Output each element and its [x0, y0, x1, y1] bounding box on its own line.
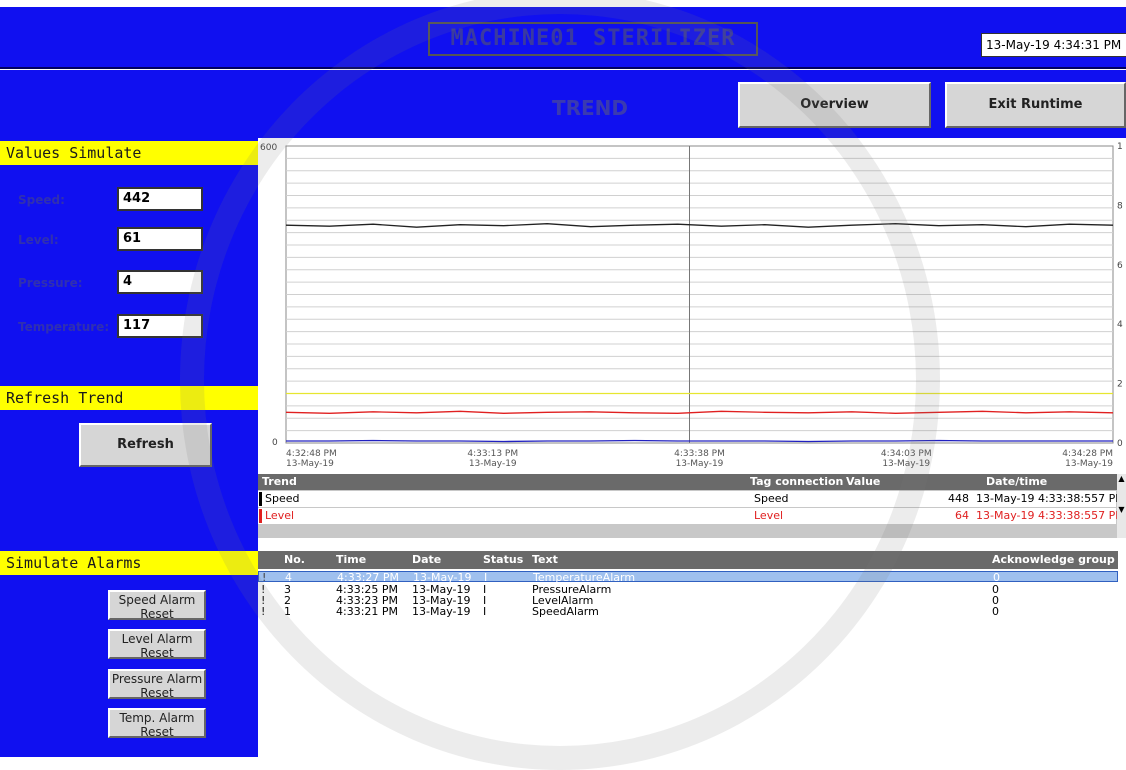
y-tick-label-bottom: 0 [272, 438, 278, 448]
trend-color-marker [259, 492, 262, 506]
alarm-flag: ! [262, 571, 267, 584]
alarm-text: SpeedAlarm [532, 605, 599, 618]
trend-row-name: Level [265, 509, 295, 522]
x-tick-date: 13-May-19 [286, 459, 334, 469]
right-tick-label: 6 [1117, 261, 1123, 271]
trend-row-tag: Speed [754, 492, 789, 505]
x-tick-date: 13-May-19 [676, 459, 724, 469]
speed-label: Speed: [18, 193, 65, 207]
pressure-input[interactable]: 4 [117, 270, 203, 294]
pressure-alarm-reset-line2: Reset [140, 686, 174, 700]
speed-alarm-reset-button[interactable]: Speed Alarm Reset [108, 590, 206, 621]
overview-button[interactable]: Overview [738, 82, 931, 128]
temp-alarm-reset-line1: Temp. Alarm [119, 711, 195, 725]
datetime-display: 13-May-19 4:34:31 PM [981, 33, 1126, 57]
alarm-time: 4:33:27 PM [337, 571, 400, 584]
trend-row-level[interactable]: Level Level 64 13-May-19 4:33:38:557 PM [258, 508, 1125, 524]
level-alarm-reset-button[interactable]: Level Alarm Reset [108, 629, 206, 660]
temperature-input[interactable]: 117 [117, 314, 203, 338]
temp-alarm-reset-line2: Reset [140, 725, 174, 739]
alarm-text: TemperatureAlarm [533, 571, 636, 584]
trend-table: Trend Tag connection Value Date/time Spe… [258, 474, 1126, 538]
speed-input[interactable]: 442 [117, 187, 203, 211]
x-tick-time: 4:32:48 PM [286, 449, 337, 459]
alarm-time: 4:33:21 PM [336, 605, 399, 618]
level-input[interactable]: 61 [117, 227, 203, 251]
values-simulate-header: Values Simulate [0, 141, 258, 165]
speed-alarm-reset-line2: Reset [140, 607, 174, 621]
x-tick-date: 13-May-19 [882, 459, 930, 469]
x-tick-time: 4:34:03 PM [881, 449, 932, 459]
trend-row-tag: Level [754, 509, 784, 522]
alarm-ack: 0 [992, 605, 999, 618]
alarm-table-header: No. Time Date Status Text Acknowledge gr… [258, 551, 1118, 569]
trend-chart-svg: 60001864204:32:48 PM13-May-194:33:13 PM1… [260, 142, 1123, 469]
screen-title: TREND [551, 96, 629, 120]
trend-header-trend: Trend [262, 475, 297, 488]
scroll-up-icon[interactable]: ▲ [1117, 474, 1126, 483]
alarm-status: I [483, 605, 487, 618]
trend-header-tag: Tag connection [750, 475, 844, 488]
level-alarm-reset-line2: Reset [140, 646, 174, 660]
alarm-header-date: Date [412, 553, 442, 566]
alarm-table: No. Time Date Status Text Acknowledge gr… [258, 551, 1118, 631]
alarm-date: 13-May-19 [413, 571, 472, 584]
alarm-header-no: No. [284, 553, 305, 566]
refresh-trend-header: Refresh Trend [0, 386, 258, 410]
trend-row-datetime: 13-May-19 4:33:38:557 PM [976, 509, 1125, 522]
scroll-down-icon[interactable]: ▼ [1117, 505, 1126, 514]
trend-chart[interactable]: 600 0 1 8 6 4 2 0 4:32:48 PM 13-May-19 4:33:13 PM 1… [258, 138, 1126, 473]
alarm-header-status: Status [483, 553, 524, 566]
app-title: MACHINE01 STERILIZER [428, 22, 758, 56]
trend-row-value: 64 [955, 509, 969, 522]
refresh-button[interactable]: Refresh [79, 423, 212, 467]
trend-header-value: Value [846, 475, 881, 488]
right-tick-label: 1 [1117, 142, 1123, 152]
temperature-label: Temperature: [18, 320, 110, 334]
trend-table-header: Trend Tag connection Value Date/time [258, 474, 1126, 490]
trend-header-datetime: Date/time [986, 475, 1048, 488]
speed-alarm-reset-line1: Speed Alarm [118, 593, 196, 607]
simulate-alarms-header: Simulate Alarms [0, 551, 258, 575]
pressure-alarm-reset-button[interactable]: Pressure Alarm Reset [108, 669, 206, 700]
level-label: Level: [18, 233, 59, 247]
x-tick-time: 4:33:38 PM [674, 449, 725, 459]
series-line-3 [286, 439, 1113, 443]
trend-table-scrollbar[interactable]: ▲ ▼ [1117, 474, 1126, 538]
alarm-no: 4 [285, 571, 292, 584]
trend-row-name: Speed [265, 492, 300, 505]
alarm-row-selected[interactable]: ! 4 4:33:27 PM 13-May-19 I TemperatureAl… [258, 571, 1118, 584]
x-tick-date: 13-May-19 [469, 459, 517, 469]
right-tick-label: 4 [1117, 320, 1123, 330]
pressure-label: Pressure: [18, 276, 83, 290]
trend-row-datetime: 13-May-19 4:33:38:557 PM [976, 492, 1125, 505]
x-tick-date: 13-May-19 [1065, 459, 1113, 469]
trend-color-marker [259, 509, 262, 523]
alarm-no: 1 [284, 605, 291, 618]
exit-runtime-button[interactable]: Exit Runtime [945, 82, 1126, 128]
alarm-ack: 0 [993, 571, 1000, 584]
right-tick-label: 2 [1117, 380, 1123, 390]
level-alarm-reset-line1: Level Alarm [121, 632, 193, 646]
alarm-date: 13-May-19 [412, 605, 471, 618]
x-tick-time: 4:33:13 PM [467, 449, 518, 459]
alarm-header-ack: Acknowledge group [992, 553, 1115, 566]
trend-row-speed[interactable]: Speed Speed 448 13-May-19 4:33:38:557 PM [258, 491, 1125, 507]
alarm-flag: ! [261, 605, 266, 618]
right-tick-label: 0 [1117, 439, 1123, 449]
alarm-header-text: Text [532, 553, 558, 566]
y-tick-label-top: 600 [260, 143, 277, 153]
alarm-row[interactable]: ! 1 4:33:21 PM 13-May-19 I SpeedAlarm 0 [258, 606, 1118, 617]
alarm-status: I [484, 571, 488, 584]
x-tick-time: 4:34:28 PM [1062, 449, 1113, 459]
right-tick-label: 8 [1117, 201, 1123, 211]
temp-alarm-reset-button[interactable]: Temp. Alarm Reset [108, 708, 206, 739]
trend-row-value: 448 [948, 492, 969, 505]
pressure-alarm-reset-line1: Pressure Alarm [111, 672, 203, 686]
alarm-header-time: Time [336, 553, 367, 566]
